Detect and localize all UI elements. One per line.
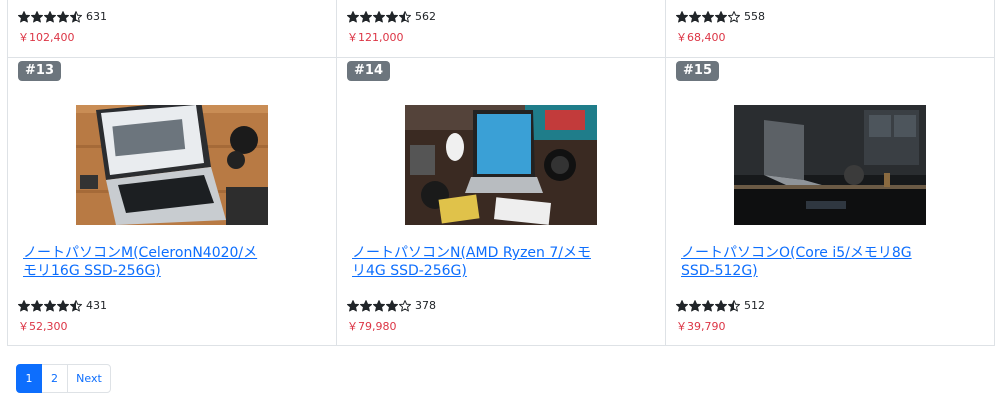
star-full-icon	[373, 299, 385, 311]
rank-badge: #14	[347, 61, 390, 81]
star-half-icon	[399, 10, 411, 22]
star-full-icon	[347, 10, 359, 22]
star-full-icon	[386, 299, 398, 311]
star-full-icon	[57, 299, 69, 311]
product-card: #13 ノートパソコンM(CeleronN4020/メモリ16G SSD-256…	[7, 57, 337, 346]
pagination: 1 2 Next	[16, 364, 111, 393]
product-image[interactable]	[405, 105, 597, 225]
product-price: ￥102,400	[18, 31, 75, 44]
product-card: #14 ノートパソコンN(AMD Ryzen 7/メモリ4G SSD-256G)…	[336, 57, 666, 346]
star-full-icon	[360, 299, 372, 311]
product-price: ￥52,300	[18, 320, 68, 333]
star-full-icon	[676, 299, 688, 311]
star-full-icon	[360, 10, 372, 22]
star-full-icon	[702, 10, 714, 22]
star-full-icon	[57, 10, 69, 22]
product-price: ￥121,000	[347, 31, 404, 44]
star-full-icon	[373, 10, 385, 22]
rating: 378	[347, 299, 436, 312]
rating-stars	[18, 10, 82, 23]
star-full-icon	[386, 10, 398, 22]
review-count: 431	[86, 299, 107, 312]
star-half-icon	[70, 299, 82, 311]
rating-stars	[676, 10, 740, 23]
rank-badge: #13	[18, 61, 61, 81]
rating: 562	[347, 10, 436, 23]
star-empty-icon	[399, 299, 411, 311]
review-count: 512	[744, 299, 765, 312]
rating-stars	[347, 299, 411, 312]
star-full-icon	[347, 299, 359, 311]
product-title-link[interactable]: ノートパソコンM(CeleronN4020/メモリ16G SSD-256G)	[23, 244, 263, 280]
rating: 512	[676, 299, 765, 312]
rating-stars	[18, 299, 82, 312]
product-row-top: 631 ￥102,400 562 ￥121,000 558 ￥68,400	[7, 0, 997, 58]
star-half-icon	[70, 10, 82, 22]
rating: 631	[18, 10, 107, 23]
review-count: 562	[415, 10, 436, 23]
page-2-button[interactable]: 2	[41, 364, 68, 393]
product-card: #15 ノートパソコンO(Core i5/メモリ8G SSD-512G) 512…	[665, 57, 995, 346]
page-1-button[interactable]: 1	[16, 364, 42, 393]
star-full-icon	[676, 10, 688, 22]
rating: 558	[676, 10, 765, 23]
product-card: 558 ￥68,400	[665, 0, 995, 58]
rating-stars	[676, 299, 740, 312]
star-full-icon	[18, 10, 30, 22]
product-title-link[interactable]: ノートパソコンN(AMD Ryzen 7/メモリ4G SSD-256G)	[352, 244, 592, 280]
star-full-icon	[715, 10, 727, 22]
product-image[interactable]	[734, 105, 926, 225]
star-full-icon	[44, 299, 56, 311]
product-price: ￥39,790	[676, 320, 726, 333]
review-count: 631	[86, 10, 107, 23]
star-full-icon	[44, 10, 56, 22]
star-empty-icon	[728, 10, 740, 22]
star-full-icon	[18, 299, 30, 311]
product-title-link[interactable]: ノートパソコンO(Core i5/メモリ8G SSD-512G)	[681, 244, 921, 280]
review-count: 558	[744, 10, 765, 23]
star-full-icon	[689, 10, 701, 22]
star-full-icon	[689, 299, 701, 311]
star-half-icon	[728, 299, 740, 311]
star-full-icon	[702, 299, 714, 311]
product-card: 631 ￥102,400	[7, 0, 337, 58]
star-full-icon	[715, 299, 727, 311]
review-count: 378	[415, 299, 436, 312]
star-full-icon	[31, 299, 43, 311]
rating-stars	[347, 10, 411, 23]
product-price: ￥68,400	[676, 31, 726, 44]
rank-badge: #15	[676, 61, 719, 81]
product-price: ￥79,980	[347, 320, 397, 333]
rating: 431	[18, 299, 107, 312]
product-grid: 631 ￥102,400 562 ￥121,000 558 ￥68,400 #1…	[7, 0, 997, 346]
product-card: 562 ￥121,000	[336, 0, 666, 58]
star-full-icon	[31, 10, 43, 22]
product-image[interactable]	[76, 105, 268, 225]
next-page-button[interactable]: Next	[67, 364, 111, 393]
product-row: #13 ノートパソコンM(CeleronN4020/メモリ16G SSD-256…	[7, 57, 997, 346]
